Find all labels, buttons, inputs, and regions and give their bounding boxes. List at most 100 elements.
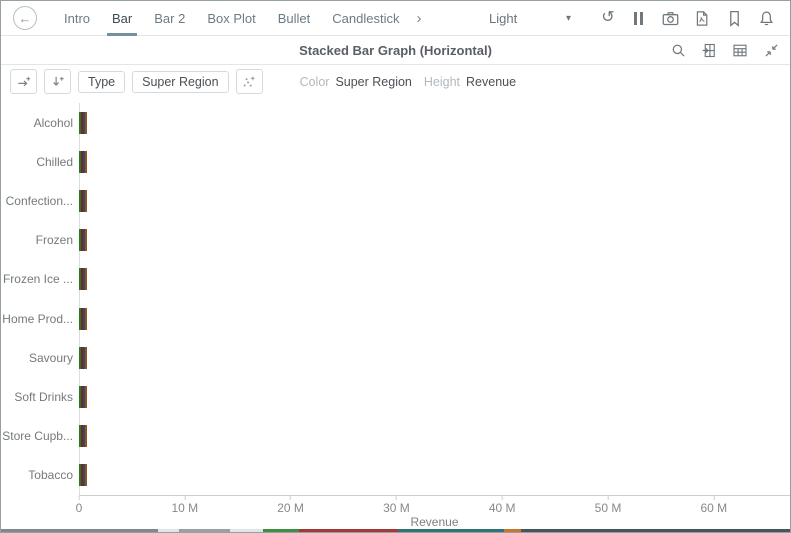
clipped-sliver-segment	[230, 529, 263, 532]
notifications-icon[interactable]	[754, 10, 778, 27]
camera-icon[interactable]	[658, 10, 682, 27]
theme-select-value: Light	[489, 11, 517, 26]
pause-icon[interactable]	[626, 12, 650, 25]
add-visualization-icon[interactable]	[236, 69, 263, 94]
bookmark-icon[interactable]	[722, 10, 746, 27]
x-tick-label: 20 M	[277, 501, 304, 515]
clipped-sliver-segment	[299, 529, 398, 532]
x-tick-mark	[290, 496, 291, 500]
clipped-content-sliver	[1, 529, 790, 532]
add-row-icon[interactable]	[44, 69, 71, 94]
bar-segment-orange[interactable]	[85, 308, 87, 330]
bar-track	[79, 425, 790, 447]
stacked-bar[interactable]	[79, 112, 87, 134]
bar-segment-orange[interactable]	[85, 464, 87, 486]
collapse-icon[interactable]	[762, 43, 780, 58]
x-tick: 30 M	[383, 496, 410, 515]
x-tick-label: 40 M	[489, 501, 516, 515]
category-label: Frozen	[1, 233, 79, 247]
x-tick-mark	[79, 496, 80, 500]
bar-segment-orange[interactable]	[85, 190, 87, 212]
height-mapping-value[interactable]: Revenue	[466, 75, 516, 89]
x-tick-mark	[713, 496, 714, 500]
tab-bar[interactable]: Bar	[112, 1, 132, 36]
stacked-bar[interactable]	[79, 386, 87, 408]
stacked-bar[interactable]	[79, 151, 87, 173]
chevron-right-icon: ›	[416, 10, 421, 27]
bar-track	[79, 347, 790, 369]
x-tick-label: 10 M	[171, 501, 198, 515]
bar-track	[79, 308, 790, 330]
clipped-sliver-segment	[179, 529, 231, 532]
x-tick-mark	[184, 496, 185, 500]
tab-bar-2[interactable]: Bar 2	[154, 1, 185, 36]
mapping-info: Color Super Region Height Revenue	[300, 75, 517, 89]
theme-select[interactable]: Light ▾	[489, 11, 571, 26]
clipped-sliver-segment	[521, 529, 790, 532]
stacked-bar[interactable]	[79, 347, 87, 369]
category-label: Store Cupb...	[1, 429, 79, 443]
x-tick-label: 30 M	[383, 501, 410, 515]
category-label: Home Prod...	[1, 312, 79, 326]
title-bar: Stacked Bar Graph (Horizontal)	[1, 36, 790, 65]
dashboard-window: ← Intro Bar Bar 2 Box Plot Bullet Candlestick…	[0, 0, 791, 533]
category-label: Tobacco	[1, 468, 79, 482]
add-column-icon[interactable]	[10, 69, 37, 94]
clipped-sliver-segment	[398, 529, 504, 532]
bar-track	[79, 151, 790, 173]
stacked-bar[interactable]	[79, 190, 87, 212]
pdf-export-icon[interactable]	[690, 10, 714, 27]
chart-row: Home Prod...	[1, 299, 790, 338]
bar-segment-orange[interactable]	[85, 268, 87, 290]
table-icon[interactable]	[731, 43, 749, 58]
category-label: Savoury	[1, 351, 79, 365]
category-label: Chilled	[1, 155, 79, 169]
x-tick-label: 50 M	[595, 501, 622, 515]
back-button[interactable]: ←	[13, 6, 37, 30]
x-tick: 60 M	[700, 496, 727, 515]
chart-row: Frozen	[1, 221, 790, 260]
bar-segment-orange[interactable]	[85, 347, 87, 369]
tab-bullet[interactable]: Bullet	[278, 1, 311, 36]
stacked-bar[interactable]	[79, 308, 87, 330]
chart-row: Alcohol	[1, 103, 790, 142]
stacked-bar[interactable]	[79, 268, 87, 290]
tab-box-plot[interactable]: Box Plot	[207, 1, 255, 36]
category-label: Alcohol	[1, 116, 79, 130]
stacked-bar[interactable]	[79, 464, 87, 486]
category-label: Soft Drinks	[1, 390, 79, 404]
chart-row: Confection...	[1, 181, 790, 220]
tab-intro[interactable]: Intro	[64, 1, 90, 36]
top-bar: ← Intro Bar Bar 2 Box Plot Bullet Candlestick…	[1, 1, 790, 36]
category-label: Confection...	[1, 194, 79, 208]
bar-track	[79, 190, 790, 212]
export-table-icon[interactable]	[700, 43, 718, 58]
bar-segment-orange[interactable]	[85, 229, 87, 251]
bar-track	[79, 112, 790, 134]
page-title: Stacked Bar Graph (Horizontal)	[299, 43, 492, 58]
clipped-sliver-segment	[158, 529, 179, 532]
chart-row: Chilled	[1, 142, 790, 181]
stacked-bar[interactable]	[79, 229, 87, 251]
top-bar-actions: Light ▾ ↺	[489, 10, 778, 27]
bar-segment-orange[interactable]	[85, 112, 87, 134]
chevron-down-icon: ▾	[566, 13, 571, 24]
x-tick-mark	[608, 496, 609, 500]
breadcrumb-chip-type[interactable]: Type	[78, 71, 125, 93]
bar-track	[79, 268, 790, 290]
x-tick-label: 0	[76, 501, 83, 515]
bar-segment-orange[interactable]	[85, 151, 87, 173]
x-tick-mark	[396, 496, 397, 500]
refresh-icon[interactable]: ↺	[596, 10, 620, 26]
clipped-sliver-segment	[504, 529, 521, 532]
tabs-overflow-button[interactable]: ›	[416, 10, 421, 27]
visualization-toolbar: Type Super Region Color Super Region Hei…	[1, 65, 790, 98]
tab-candlestick[interactable]: Candlestick	[332, 1, 399, 36]
search-icon[interactable]	[669, 43, 687, 58]
color-mapping-value[interactable]: Super Region	[335, 75, 411, 89]
bar-segment-orange[interactable]	[85, 386, 87, 408]
clipped-sliver-segment	[1, 529, 158, 532]
breadcrumb-chip-super-region[interactable]: Super Region	[132, 71, 228, 93]
bar-segment-orange[interactable]	[85, 425, 87, 447]
stacked-bar[interactable]	[79, 425, 87, 447]
